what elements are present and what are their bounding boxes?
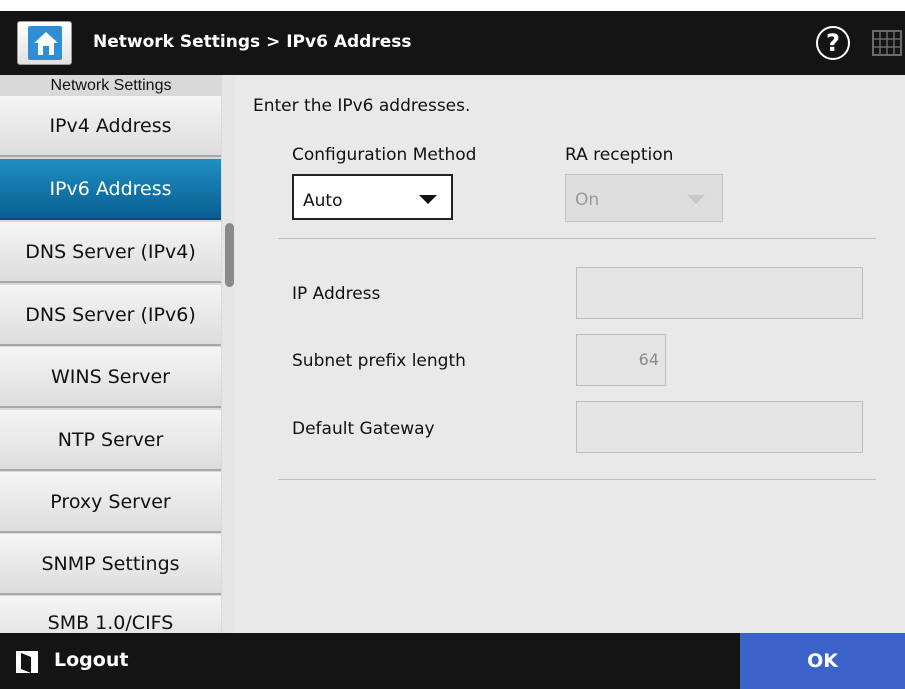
divider [278, 479, 876, 480]
sidebar-item-ipv6-address[interactable]: IPv6 Address [0, 159, 221, 220]
sidebar-item-wins-server[interactable]: WINS Server [0, 347, 221, 408]
configuration-method-select[interactable]: Auto [292, 174, 453, 220]
breadcrumb: Network Settings > IPv6 Address [93, 32, 412, 52]
configuration-method-value: Auto [303, 191, 343, 211]
settings-panel: Enter the IPv6 addresses. Configuration … [235, 75, 905, 633]
divider [278, 238, 876, 239]
chevron-down-icon [419, 195, 437, 204]
logout-icon [16, 651, 38, 673]
instruction-text: Enter the IPv6 addresses. [253, 96, 471, 116]
chevron-down-icon [687, 195, 705, 204]
sidebar: Network Settings IPv4 Address IPv6 Addre… [0, 75, 235, 633]
sidebar-scrollbar-track[interactable] [222, 75, 235, 633]
logout-label: Logout [54, 649, 129, 671]
configuration-method-label: Configuration Method [292, 145, 477, 165]
ok-button[interactable]: OK [740, 633, 905, 689]
ra-reception-value: On [575, 190, 600, 210]
keyboard-icon[interactable] [872, 28, 902, 58]
sidebar-item-snmp-settings[interactable]: SNMP Settings [0, 534, 221, 595]
ra-reception-label: RA reception [565, 145, 674, 165]
title-bar: Network Settings > IPv6 Address ? [0, 11, 905, 75]
sidebar-item-proxy-server[interactable]: Proxy Server [0, 472, 221, 533]
ip-address-label: IP Address [292, 284, 381, 304]
help-button[interactable]: ? [816, 26, 850, 60]
ra-reception-select[interactable]: On [565, 174, 723, 222]
home-icon [34, 32, 58, 55]
sidebar-item-smb-cifs[interactable]: SMB 1.0/CIFS [0, 596, 221, 633]
sidebar-item-ipv4-address[interactable]: IPv4 Address [0, 96, 221, 157]
subnet-prefix-length-label: Subnet prefix length [292, 351, 466, 371]
subnet-prefix-length-field[interactable]: 64 [576, 334, 666, 386]
sidebar-heading: Network Settings [0, 75, 222, 96]
sidebar-item-dns-server-ipv4[interactable]: DNS Server (IPv4) [0, 222, 221, 283]
default-gateway-label: Default Gateway [292, 419, 435, 439]
footer-bar: Logout OK [0, 633, 905, 689]
subnet-prefix-length-value: 64 [638, 350, 659, 369]
sidebar-item-dns-server-ipv6[interactable]: DNS Server (IPv6) [0, 285, 221, 346]
sidebar-scrollbar-thumb[interactable] [225, 223, 234, 287]
ip-address-field[interactable] [576, 267, 863, 319]
home-button[interactable] [17, 21, 72, 65]
sidebar-item-ntp-server[interactable]: NTP Server [0, 410, 221, 471]
default-gateway-field[interactable] [576, 401, 863, 453]
